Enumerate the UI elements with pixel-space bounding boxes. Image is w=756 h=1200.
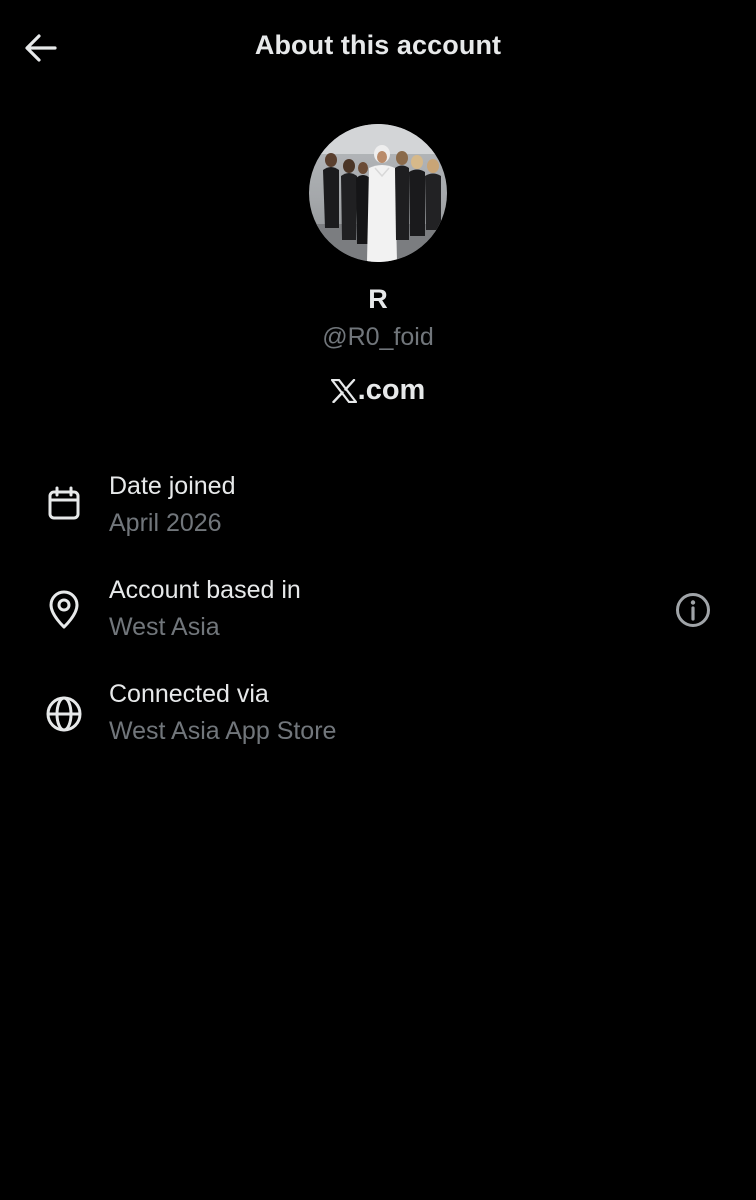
account-based-in-label: Account based in [109,576,301,604]
info-icon [676,593,710,627]
connected-via-row: Connected via West Asia App Store [0,676,756,766]
top-bar: About this account [0,0,756,96]
x-dot-com-logo: .com [0,374,756,407]
connected-via-value: West Asia App Store [109,717,337,745]
globe-icon [42,692,86,736]
calendar-icon [42,482,86,526]
username-handle: @R0_foid [322,323,434,351]
date-joined-row: Date joined April 2026 [0,468,756,558]
profile-photo [309,124,447,262]
date-joined-value: April 2026 [109,509,222,537]
account-based-in-value: West Asia [109,613,220,641]
page-title: About this account [254,30,502,60]
date-joined-label: Date joined [109,472,236,500]
location-pin-icon [42,588,86,632]
connected-via-label: Connected via [109,680,269,708]
brand-domain: .com [357,374,426,406]
account-location-row: Account based in West Asia [0,572,756,662]
avatar[interactable] [309,124,447,262]
display-name: R [368,284,388,314]
info-button[interactable] [671,588,715,632]
x-logo-icon [330,378,357,403]
